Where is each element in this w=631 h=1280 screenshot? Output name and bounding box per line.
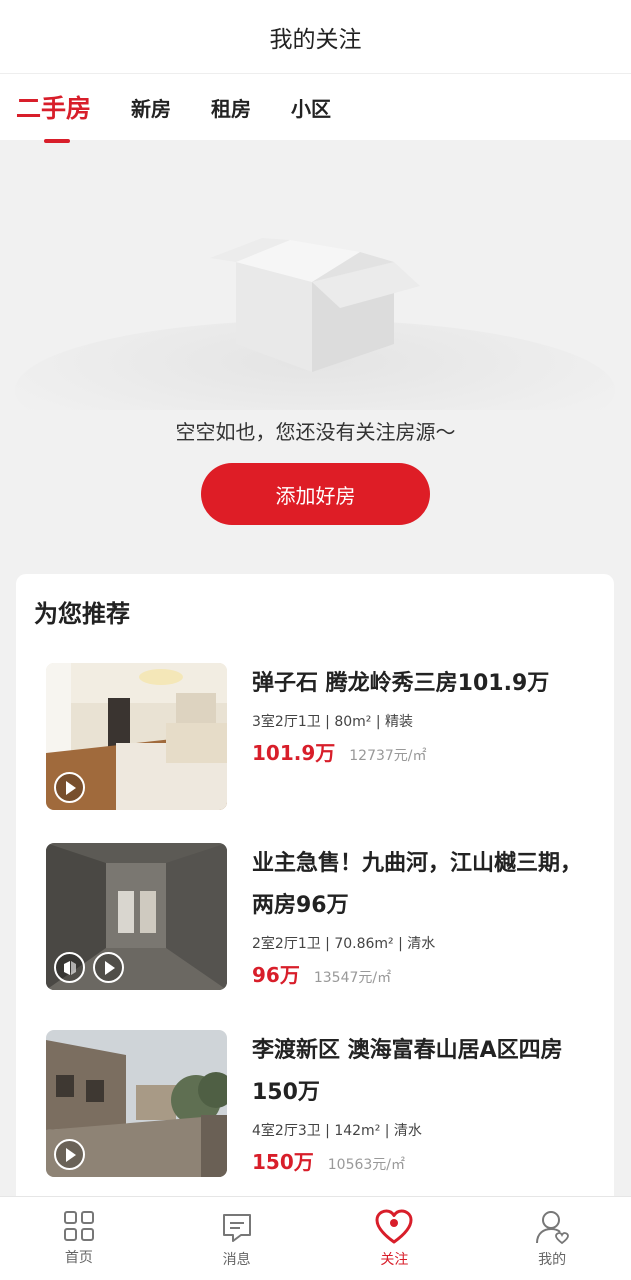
tab-second-hand[interactable]: 二手房	[16, 89, 91, 143]
listing-photo	[46, 663, 227, 810]
vr-icon[interactable]	[54, 952, 85, 983]
nav-follow-label: 关注	[380, 1252, 409, 1268]
grid-icon	[63, 1211, 94, 1241]
empty-state: 空空如也，您还没有关注房源～ 添加好房	[0, 140, 631, 560]
recommend-panel: 为您推荐 弹子石 腾龙岭秀三房101.9万 3室2厅1卫 | 80m² | 精装…	[16, 574, 614, 1214]
nav-mine[interactable]: 我的	[473, 1197, 631, 1280]
heart-icon	[375, 1209, 413, 1244]
top-bar: 我的关注	[0, 0, 631, 74]
listing-unit-price: 13547元/㎡	[313, 970, 392, 986]
category-tabs: 二手房 新房 租房 小区	[0, 74, 631, 143]
tab-community[interactable]: 小区	[291, 93, 331, 122]
listing-price-row: 101.9万 12737元/㎡	[252, 737, 592, 766]
listing-unit-price: 12737元/㎡	[349, 748, 427, 764]
nav-messages-label: 消息	[222, 1252, 251, 1268]
listing-details: 3室2厅1卫 | 80m² | 精装	[252, 714, 414, 730]
tab-rent[interactable]: 租房	[211, 93, 251, 122]
nav-messages[interactable]: 消息	[158, 1197, 316, 1280]
listing-price: 96万	[252, 963, 300, 987]
listing-price: 101.9万	[252, 741, 336, 765]
listing-unit-price: 10563元/㎡	[327, 1157, 406, 1173]
listing-price-row: 150万 10563元/㎡	[252, 1146, 592, 1175]
listing-title: 李渡新区 澳海富春山居A区四房150万	[252, 1038, 563, 1105]
tab-new-house[interactable]: 新房	[131, 93, 171, 122]
listing-photo	[46, 1030, 227, 1177]
listing-card[interactable]: 李渡新区 澳海富春山居A区四房150万 4室2厅3卫 | 142m² | 清水 …	[46, 1030, 606, 1200]
recommend-title: 为您推荐	[34, 600, 130, 628]
nav-follow[interactable]: 关注	[316, 1197, 474, 1280]
empty-message: 空空如也，您还没有关注房源～	[175, 420, 456, 444]
empty-box-illustration	[15, 238, 615, 410]
video-play-icon[interactable]	[54, 772, 85, 803]
listing-info: 李渡新区 澳海富春山居A区四房150万 4室2厅3卫 | 142m² | 清水 …	[252, 1030, 592, 1175]
listing-info: 弹子石 腾龙岭秀三房101.9万 3室2厅1卫 | 80m² | 精装 101.…	[252, 663, 592, 766]
listing-details: 2室2厅1卫 | 70.86m² | 清水	[252, 936, 436, 952]
listing-card[interactable]: 弹子石 腾龙岭秀三房101.9万 3室2厅1卫 | 80m² | 精装 101.…	[46, 663, 606, 813]
add-house-button[interactable]: 添加好房	[201, 463, 430, 525]
listing-price: 150万	[252, 1150, 314, 1174]
nav-mine-label: 我的	[538, 1252, 567, 1268]
listing-title: 弹子石 腾龙岭秀三房101.9万	[252, 671, 550, 696]
chat-icon	[222, 1214, 251, 1242]
listing-card[interactable]: 业主急售！九曲河，江山樾三期，两房96万 2室2厅1卫 | 70.86m² | …	[46, 843, 606, 1013]
video-play-icon[interactable]	[93, 952, 124, 983]
listing-info: 业主急售！九曲河，江山樾三期，两房96万 2室2厅1卫 | 70.86m² | …	[252, 843, 592, 988]
listing-details: 4室2厅3卫 | 142m² | 清水	[252, 1123, 422, 1139]
listing-photo	[46, 843, 227, 990]
page-title: 我的关注	[269, 26, 362, 53]
video-play-icon[interactable]	[54, 1139, 85, 1170]
nav-home-label: 首页	[64, 1250, 93, 1266]
listing-title: 业主急售！九曲河，江山樾三期，两房96万	[252, 851, 583, 918]
nav-home[interactable]: 首页	[0, 1197, 158, 1280]
listing-price-row: 96万 13547元/㎡	[252, 959, 592, 988]
bottom-nav: 首页 消息 关注 我的	[0, 1196, 631, 1280]
user-icon	[536, 1211, 570, 1245]
